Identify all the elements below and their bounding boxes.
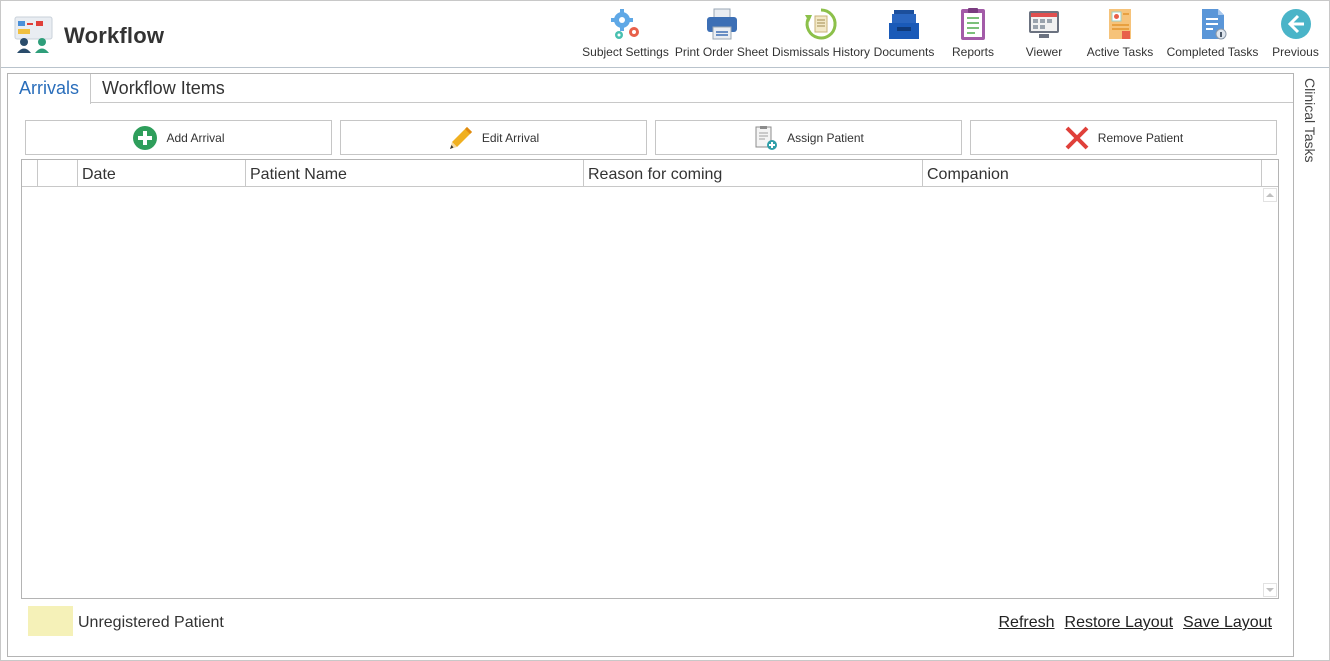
previous-button[interactable]: Previous — [1264, 7, 1327, 65]
app-title: Workflow — [64, 23, 165, 48]
grid-header-corner — [1262, 160, 1278, 187]
toolbar: Subject Settings Print Order Sheet Dismi… — [579, 7, 1327, 65]
print-order-sheet-button[interactable]: Print Order Sheet — [672, 7, 771, 65]
back-arrow-icon — [1279, 7, 1313, 41]
restore-layout-link[interactable]: Restore Layout — [1065, 614, 1174, 632]
active-tasks-label: Active Tasks — [1086, 45, 1154, 59]
header-bar: Workflow Subject Settings Print Order Sh… — [1, 1, 1329, 68]
main-panel: Arrivals Workflow Items Add Arrival Edit… — [7, 73, 1294, 657]
grid-header-companion[interactable]: Companion — [923, 160, 1262, 187]
scroll-up-arrow-icon — [1266, 193, 1274, 197]
viewer-button[interactable]: Viewer — [1009, 7, 1079, 65]
completed-tasks-button[interactable]: Completed Tasks — [1161, 7, 1264, 65]
completed-tasks-icon — [1196, 7, 1230, 41]
reports-label: Reports — [951, 45, 995, 59]
unregistered-patient-swatch — [28, 606, 73, 636]
scroll-up-button[interactable] — [1263, 188, 1277, 202]
previous-label: Previous — [1272, 45, 1319, 59]
grid-header-select[interactable] — [38, 160, 78, 187]
completed-tasks-label: Completed Tasks — [1166, 45, 1259, 59]
action-bar: Add Arrival Edit Arrival Assign Patient … — [25, 120, 1277, 156]
printer-icon — [705, 7, 739, 41]
grid-header: Date Patient Name Reason for coming Comp… — [22, 160, 1262, 187]
dismissals-history-button[interactable]: Dismissals History — [771, 7, 871, 65]
grid-header-reason[interactable]: Reason for coming — [584, 160, 923, 187]
remove-patient-label: Remove Patient — [1097, 130, 1184, 145]
documents-button[interactable]: Documents — [871, 7, 937, 65]
arrivals-grid[interactable]: Date Patient Name Reason for coming Comp… — [21, 159, 1279, 599]
grid-header-date[interactable]: Date — [78, 160, 246, 187]
active-tasks-button[interactable]: Active Tasks — [1079, 7, 1161, 65]
subject-settings-button[interactable]: Subject Settings — [579, 7, 672, 65]
add-arrival-button[interactable]: Add Arrival — [25, 120, 332, 155]
scroll-down-arrow-icon — [1266, 588, 1274, 592]
documents-label: Documents — [873, 45, 935, 59]
save-layout-link[interactable]: Save Layout — [1183, 614, 1272, 632]
edit-arrival-button[interactable]: Edit Arrival — [340, 120, 647, 155]
assign-document-icon — [753, 125, 779, 151]
subject-settings-label: Subject Settings — [582, 45, 669, 59]
tab-strip: Arrivals Workflow Items — [8, 74, 1293, 104]
plus-circle-icon — [132, 125, 158, 151]
active-tasks-icon — [1103, 7, 1137, 41]
pencil-icon — [448, 125, 474, 151]
clipboard-report-icon — [956, 7, 990, 41]
refresh-link[interactable]: Refresh — [999, 614, 1055, 632]
tab-workflow-items[interactable]: Workflow Items — [91, 74, 236, 103]
history-icon — [804, 7, 838, 41]
assign-patient-label: Assign Patient — [787, 130, 864, 145]
add-arrival-label: Add Arrival — [166, 130, 225, 145]
unregistered-patient-label: Unregistered Patient — [78, 614, 224, 631]
workflow-logo-icon — [14, 15, 54, 55]
grid-header-patient-name[interactable]: Patient Name — [246, 160, 584, 187]
workflow-window: Workflow Subject Settings Print Order Sh… — [0, 0, 1330, 661]
assign-patient-button[interactable]: Assign Patient — [655, 120, 962, 155]
vertical-scrollbar[interactable] — [1262, 187, 1278, 598]
footer-links: Refresh Restore Layout Save Layout — [999, 614, 1273, 632]
scroll-down-button[interactable] — [1263, 583, 1277, 597]
documents-tray-icon — [887, 7, 921, 41]
grid-header-indicator[interactable] — [22, 160, 38, 187]
red-x-icon — [1064, 125, 1090, 151]
tab-arrivals[interactable]: Arrivals — [8, 74, 92, 104]
remove-patient-button[interactable]: Remove Patient — [970, 120, 1277, 155]
reports-button[interactable]: Reports — [937, 7, 1009, 65]
edit-arrival-label: Edit Arrival — [481, 130, 540, 145]
print-order-sheet-label: Print Order Sheet — [674, 45, 769, 59]
clinical-tasks-side-tab[interactable]: Clinical Tasks — [1298, 73, 1322, 183]
gears-icon — [609, 7, 643, 41]
viewer-label: Viewer — [1025, 45, 1063, 59]
viewer-monitor-icon — [1027, 7, 1061, 41]
dismissals-history-label: Dismissals History — [772, 45, 871, 59]
clinical-tasks-label: Clinical Tasks — [1302, 78, 1318, 163]
